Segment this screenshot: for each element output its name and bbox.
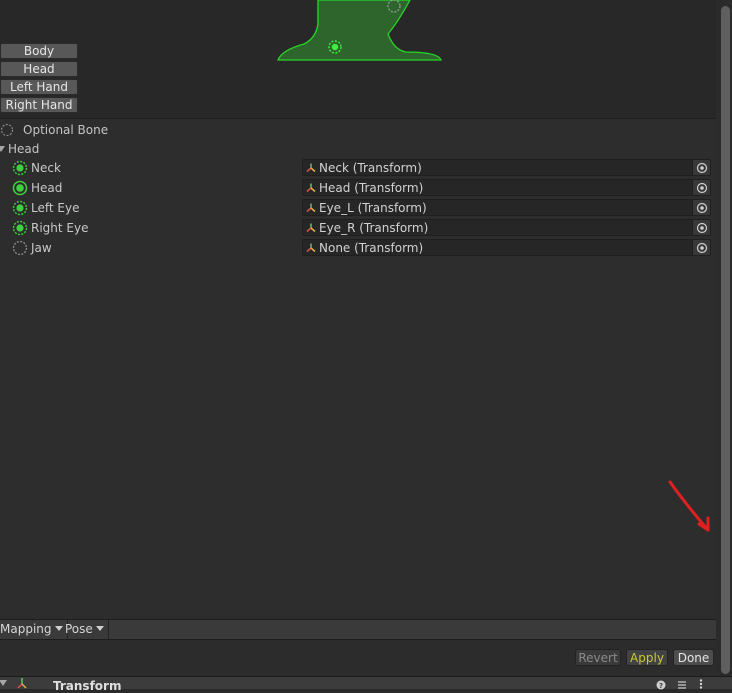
foldout-arrow-icon[interactable] — [0, 146, 5, 152]
bone-row-left-eye: Left Eye Eye_L (Transform) — [0, 199, 716, 217]
section-title: Head — [8, 142, 40, 156]
optional-bone-label: Optional Bone — [23, 123, 109, 137]
bone-label: Jaw — [31, 241, 52, 255]
avatar-preview-panel: Body Head Left Hand Right Hand — [0, 0, 716, 118]
transform-object-field[interactable]: None (Transform) — [302, 239, 693, 256]
svg-text:?: ? — [659, 682, 663, 690]
bone-label: Right Eye — [31, 221, 89, 235]
revert-button[interactable]: Revert — [575, 649, 621, 666]
transform-icon — [306, 223, 316, 233]
object-picker-icon — [696, 202, 708, 214]
object-picker-button[interactable] — [692, 219, 711, 236]
field-value: Neck (Transform) — [319, 161, 422, 175]
transform-component-icon — [17, 678, 27, 689]
mapping-toolbar: Mapping Pose — [0, 619, 716, 640]
bone-row-right-eye: Right Eye Eye_R (Transform) — [0, 219, 716, 237]
component-title: Transform — [53, 679, 122, 693]
action-bar: Revert Apply Done — [0, 640, 716, 676]
transform-object-field[interactable]: Eye_R (Transform) — [302, 219, 693, 236]
foldout-arrow-icon[interactable] — [0, 680, 7, 686]
bone-row-jaw: Jaw None (Transform) — [0, 239, 716, 257]
transform-object-field[interactable]: Eye_L (Transform) — [302, 199, 693, 216]
head-section-foldout[interactable]: Head — [0, 141, 39, 157]
apply-button[interactable]: Apply — [626, 649, 668, 666]
field-value: Head (Transform) — [319, 181, 424, 195]
field-value: Eye_R (Transform) — [319, 221, 429, 235]
bone-optional-mapped-icon[interactable] — [12, 200, 28, 216]
body-part-button-right-hand[interactable]: Right Hand — [0, 97, 78, 113]
body-part-button-left-hand[interactable]: Left Hand — [0, 79, 78, 95]
help-icon[interactable]: ? — [656, 680, 666, 690]
transform-object-field[interactable]: Head (Transform) — [302, 179, 693, 196]
body-part-button-head[interactable]: Head — [0, 61, 78, 77]
bone-required-mapped-icon[interactable] — [12, 160, 28, 176]
annotation-arrow-icon — [668, 480, 710, 532]
object-picker-button[interactable] — [692, 199, 711, 216]
transform-icon — [306, 163, 316, 173]
mapping-dropdown-label: Mapping — [0, 622, 52, 636]
bone-label: Neck — [31, 161, 61, 175]
optional-bone-icon — [0, 123, 14, 137]
presets-icon[interactable] — [677, 680, 687, 690]
field-value: None (Transform) — [319, 241, 424, 255]
scrollbar-thumb[interactable] — [721, 6, 730, 674]
bone-label: Left Eye — [31, 201, 80, 215]
bone-row-head: Head Head (Transform) — [0, 179, 716, 197]
object-picker-button[interactable] — [692, 179, 711, 196]
object-picker-button[interactable] — [692, 159, 711, 176]
pose-dropdown[interactable]: Pose — [61, 620, 109, 639]
transform-object-field[interactable]: Neck (Transform) — [302, 159, 693, 176]
transform-icon — [306, 183, 316, 193]
body-part-button-body[interactable]: Body — [0, 43, 78, 59]
done-button[interactable]: Done — [673, 649, 714, 666]
object-picker-button[interactable] — [692, 239, 711, 256]
object-picker-icon — [696, 182, 708, 194]
object-picker-icon — [696, 242, 708, 254]
transform-icon — [306, 243, 316, 253]
bone-row-neck: Neck Neck (Transform) — [0, 159, 716, 177]
object-picker-icon — [696, 222, 708, 234]
pose-dropdown-label: Pose — [65, 622, 93, 636]
transform-component-header[interactable]: Transform ? — [0, 676, 732, 693]
optional-bone-legend: Optional Bone — [0, 122, 108, 138]
bone-label: Head — [31, 181, 63, 195]
field-value: Eye_L (Transform) — [319, 201, 427, 215]
mapping-dropdown[interactable]: Mapping — [0, 620, 68, 639]
chevron-down-icon — [95, 626, 104, 631]
object-picker-icon — [696, 162, 708, 174]
bone-required-mapped-icon[interactable] — [12, 180, 28, 196]
bone-optional-mapped-icon[interactable] — [12, 220, 28, 236]
transform-icon — [306, 203, 316, 213]
bone-optional-unmapped-icon[interactable] — [12, 240, 28, 256]
head-silhouette[interactable] — [270, 0, 450, 66]
